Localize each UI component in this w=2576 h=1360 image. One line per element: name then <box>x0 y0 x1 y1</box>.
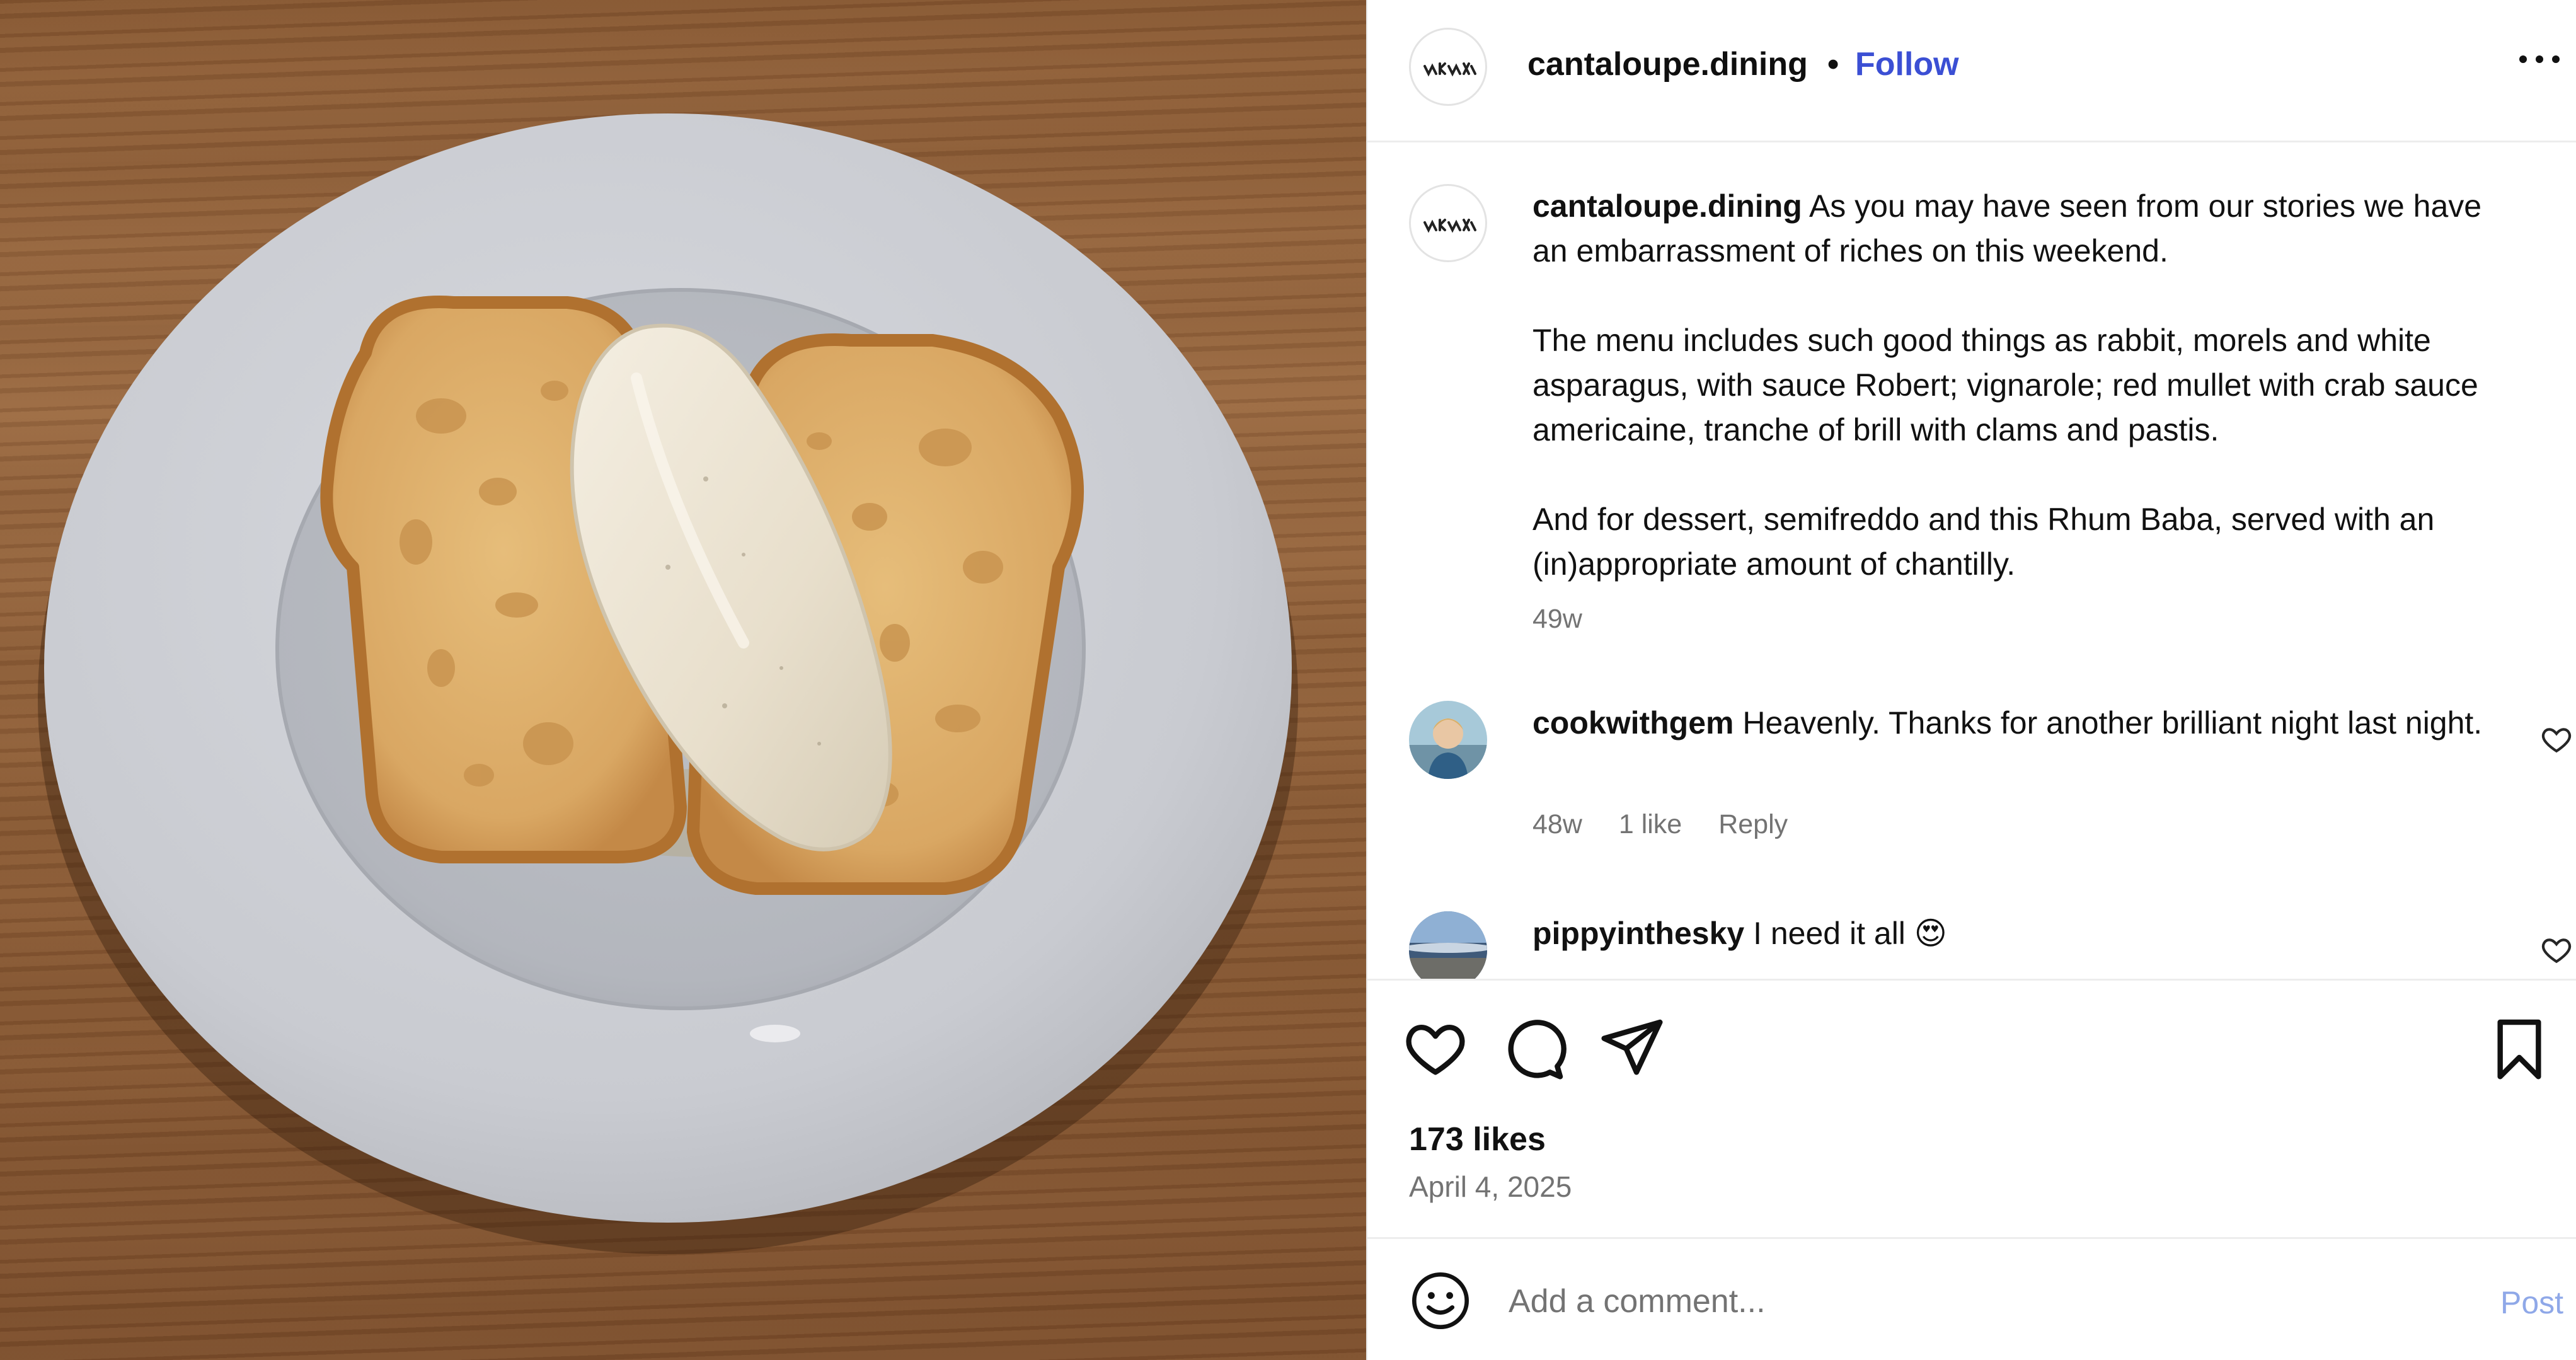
share-icon[interactable] <box>1597 1013 1667 1084</box>
heart-icon[interactable] <box>1400 1013 1471 1084</box>
author-username[interactable]: cantaloupe.dining <box>1527 45 1808 83</box>
commenter-username[interactable]: pippyinthesky <box>1532 916 1744 951</box>
comment-icon[interactable] <box>1498 1013 1569 1084</box>
comment-text: pippyinthesky I need it all 😍 <box>1532 911 2490 956</box>
rhum-baba-dish-illustration <box>38 113 1298 1254</box>
comment-like-heart-icon[interactable] <box>2541 934 2572 965</box>
comment-body: Heavenly. Thanks for another brilliant n… <box>1742 705 2483 741</box>
follow-button[interactable]: Follow <box>1855 45 1959 83</box>
comment-composer: Post <box>1367 1239 2576 1360</box>
caption-timestamp[interactable]: 49w <box>1532 604 1582 635</box>
post-date[interactable]: April 4, 2025 <box>1409 1170 1572 1204</box>
comment-like-count[interactable]: 1 like <box>1619 809 1682 839</box>
comment-body: I need it all 😍 <box>1753 916 1947 951</box>
cantaloupe-logo-icon <box>1423 219 1476 233</box>
comment-text: cookwithgem Heavenly. Thanks for another… <box>1532 701 2490 746</box>
bookmark-icon[interactable] <box>2484 1013 2555 1084</box>
likes-count[interactable]: 173 likes <box>1409 1121 1546 1158</box>
post-header: cantaloupe.dining • Follow <box>1367 0 2576 142</box>
post-photo <box>0 0 1366 1360</box>
comment-timestamp[interactable]: 48w <box>1532 809 1582 839</box>
comment-meta: 48w 1 like Reply <box>1532 809 1817 840</box>
separator-dot: • <box>1827 46 1839 83</box>
comment-input[interactable] <box>1507 1269 2379 1334</box>
cantaloupe-logo-icon <box>1423 62 1476 77</box>
more-options-icon[interactable] <box>2514 39 2565 77</box>
post-comment-button[interactable]: Post <box>2500 1284 2563 1321</box>
cookwithgem-avatar-image <box>1409 701 1487 779</box>
post-caption: cantaloupe.dining As you may have seen f… <box>1532 184 2516 587</box>
caption-author-avatar[interactable] <box>1409 184 1487 262</box>
comment-like-heart-icon[interactable] <box>2541 723 2572 755</box>
caption-text-3: And for dessert, semifreddo and this Rhu… <box>1532 502 2435 582</box>
author-avatar[interactable] <box>1409 28 1487 106</box>
commenter-username[interactable]: cookwithgem <box>1532 705 1734 741</box>
commenter-avatar[interactable] <box>1409 701 1487 779</box>
commenter-avatar[interactable] <box>1409 911 1487 979</box>
smiley-icon[interactable] <box>1409 1269 1472 1332</box>
pippyinthesky-avatar-image <box>1409 911 1487 979</box>
caption-username[interactable]: cantaloupe.dining <box>1532 188 1802 224</box>
reply-button[interactable]: Reply <box>1718 809 1788 839</box>
comments-scroll-area[interactable]: cantaloupe.dining As you may have seen f… <box>1367 142 2576 981</box>
post-actions: 173 likes April 4, 2025 <box>1367 981 2576 1239</box>
post-side-panel: cantaloupe.dining • Follow cantaloupe.di… <box>1366 0 2576 1360</box>
caption-text-2: The menu includes such good things as ra… <box>1532 323 2478 447</box>
